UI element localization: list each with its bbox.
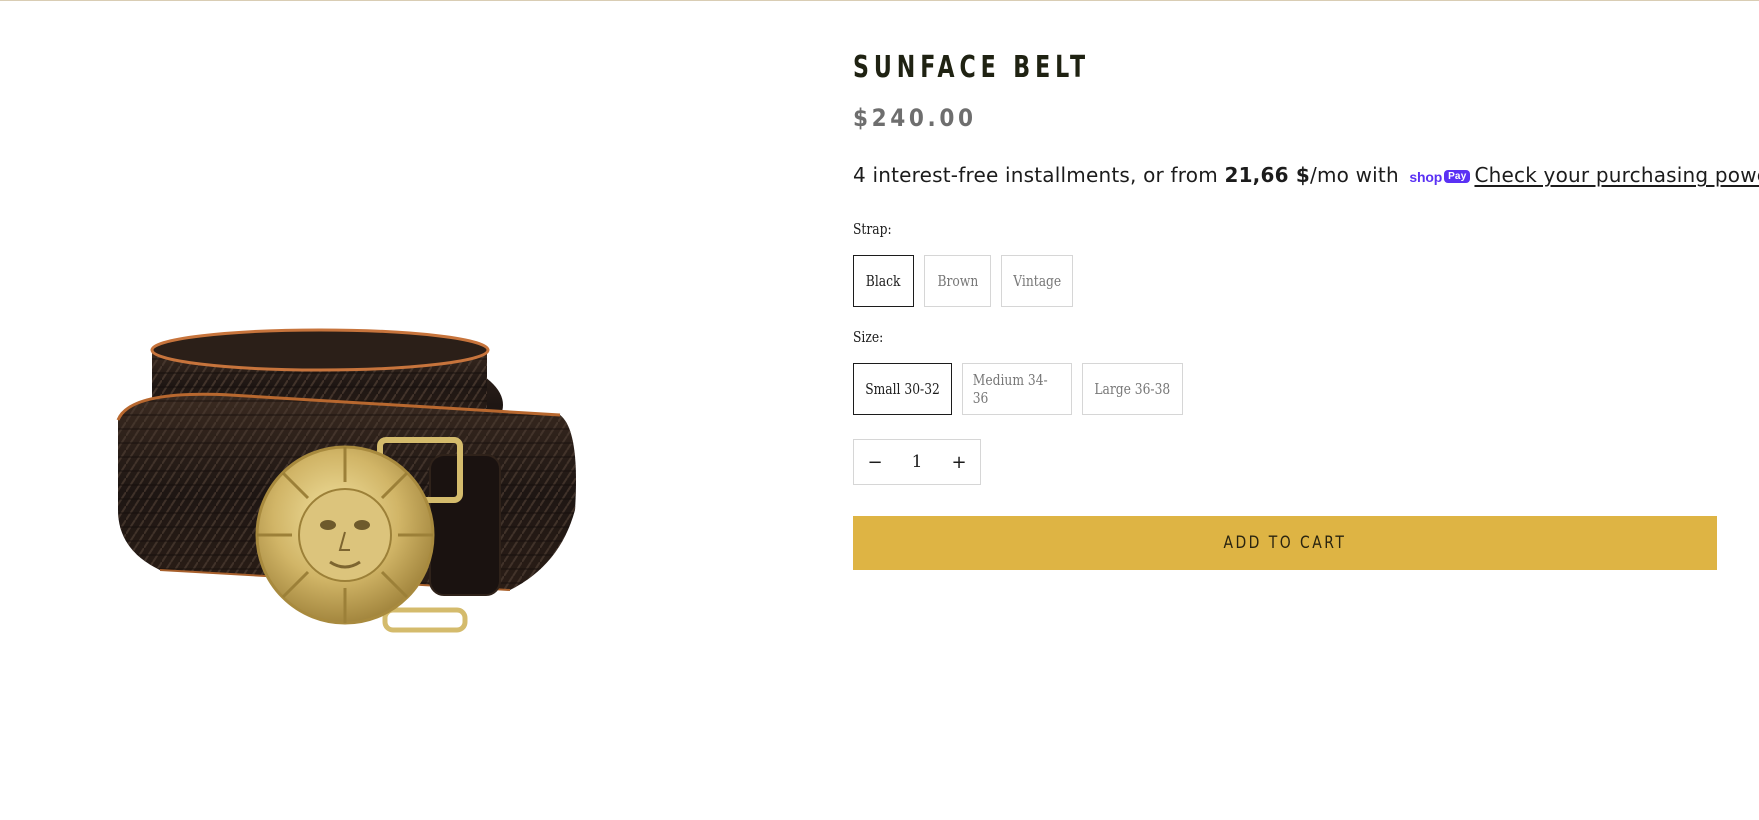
add-to-cart-label: ADD TO CART: [1223, 533, 1347, 553]
strap-option-vintage[interactable]: Vintage: [1001, 255, 1073, 307]
size-option-small[interactable]: Small 30-32: [853, 363, 952, 415]
strap-option-black[interactable]: Black: [853, 255, 914, 307]
strap-option-label: Vintage: [1013, 272, 1061, 290]
belt-product-image: [116, 328, 576, 633]
shoppay-logo-icon: shop Pay: [1409, 168, 1471, 185]
strap-label: Strap:: [853, 220, 892, 238]
strap-option-label: Black: [866, 272, 901, 290]
shoppay-logo-pill: Pay: [1444, 170, 1471, 183]
size-option-large[interactable]: Large 36-38: [1082, 363, 1183, 415]
size-option-medium[interactable]: Medium 34-36: [962, 363, 1072, 415]
shoppay-logo-text: shop: [1409, 168, 1443, 185]
strap-options: Black Brown Vintage: [853, 255, 1073, 307]
installments-amount: 21,66 $: [1224, 163, 1310, 187]
top-divider: [0, 0, 1759, 1]
strap-option-label: Brown: [937, 272, 978, 290]
minus-icon[interactable]: −: [854, 440, 896, 484]
size-options: Small 30-32 Medium 34-36 Large 36-38: [853, 363, 1183, 415]
check-purchasing-power-link[interactable]: Check your purchasing power: [1474, 163, 1759, 187]
quantity-stepper: − 1 +: [853, 439, 981, 485]
size-label: Size:: [853, 328, 884, 346]
installments-prefix: 4 interest-free installments, or from: [853, 163, 1225, 187]
installments-suffix: /mo with: [1310, 163, 1406, 187]
size-option-label: Large 36-38: [1094, 380, 1171, 398]
product-gallery: [60, 40, 660, 800]
quantity-input[interactable]: 1: [897, 452, 937, 472]
product-price: $240.00: [853, 104, 977, 132]
product-title: SUNFACE BELT: [853, 50, 1091, 85]
size-option-label: Small 30-32: [865, 380, 940, 398]
strap-option-brown[interactable]: Brown: [924, 255, 991, 307]
add-to-cart-button[interactable]: ADD TO CART: [853, 516, 1717, 570]
plus-icon[interactable]: +: [938, 440, 980, 484]
installments-message: 4 interest-free installments, or from 21…: [853, 163, 1759, 187]
size-option-label: Medium 34-36: [972, 371, 1048, 407]
